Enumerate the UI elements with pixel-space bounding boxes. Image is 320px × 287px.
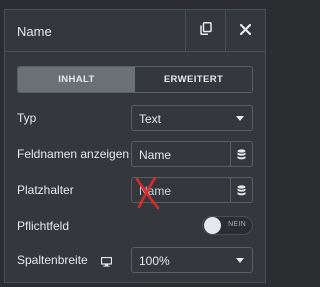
platzhalter-field: Name	[131, 177, 253, 203]
feldnamen-label: Feldnamen anzeigen	[17, 147, 130, 161]
platzhalter-input[interactable]: Name	[132, 178, 230, 202]
pflichtfeld-row: Pflichtfeld NEIN	[5, 213, 265, 239]
platzhalter-row: Platzhalter Name	[5, 177, 265, 203]
feldnamen-field: Name	[131, 141, 253, 167]
toggle-knob	[204, 217, 221, 234]
copy-button[interactable]	[185, 10, 225, 51]
spaltenbreite-label: Spaltenbreite	[17, 253, 88, 267]
panel-title: Name	[17, 24, 52, 39]
tab-bar: INHALT ERWEITERT	[17, 66, 253, 93]
close-button[interactable]	[225, 10, 265, 51]
database-icon	[237, 148, 246, 159]
chevron-down-icon	[236, 258, 244, 263]
typ-row: Typ Text	[5, 105, 265, 131]
typ-select-value: Text	[139, 112, 162, 126]
pflichtfeld-toggle[interactable]: NEIN	[202, 216, 253, 235]
dynamic-tags-button[interactable]	[230, 142, 252, 166]
pflichtfeld-label: Pflichtfeld	[17, 219, 70, 233]
typ-label: Typ	[17, 111, 37, 125]
feldnamen-row: Feldnamen anzeigen Name	[5, 141, 265, 167]
tab-erweitert[interactable]: ERWEITERT	[135, 67, 252, 92]
spaltenbreite-select[interactable]: 100%	[131, 247, 253, 273]
dynamic-tags-button[interactable]	[230, 178, 252, 202]
panel-header: Name	[5, 10, 265, 52]
monitor-icon[interactable]	[100, 254, 113, 272]
platzhalter-label: Platzhalter	[17, 183, 74, 197]
tab-inhalt[interactable]: INHALT	[18, 67, 135, 92]
feldnamen-input[interactable]: Name	[132, 142, 230, 166]
spaltenbreite-select-value: 100%	[139, 254, 170, 268]
toggle-state-text: NEIN	[228, 221, 246, 228]
spaltenbreite-row: Spaltenbreite 100%	[5, 247, 265, 273]
chevron-down-icon	[236, 116, 244, 121]
close-icon	[239, 22, 252, 40]
copy-icon	[199, 21, 212, 40]
database-icon	[237, 184, 246, 195]
element-settings-panel: Name INHALT ERWEITERT Typ Text Feldnamen…	[4, 9, 266, 283]
typ-select[interactable]: Text	[131, 105, 253, 131]
